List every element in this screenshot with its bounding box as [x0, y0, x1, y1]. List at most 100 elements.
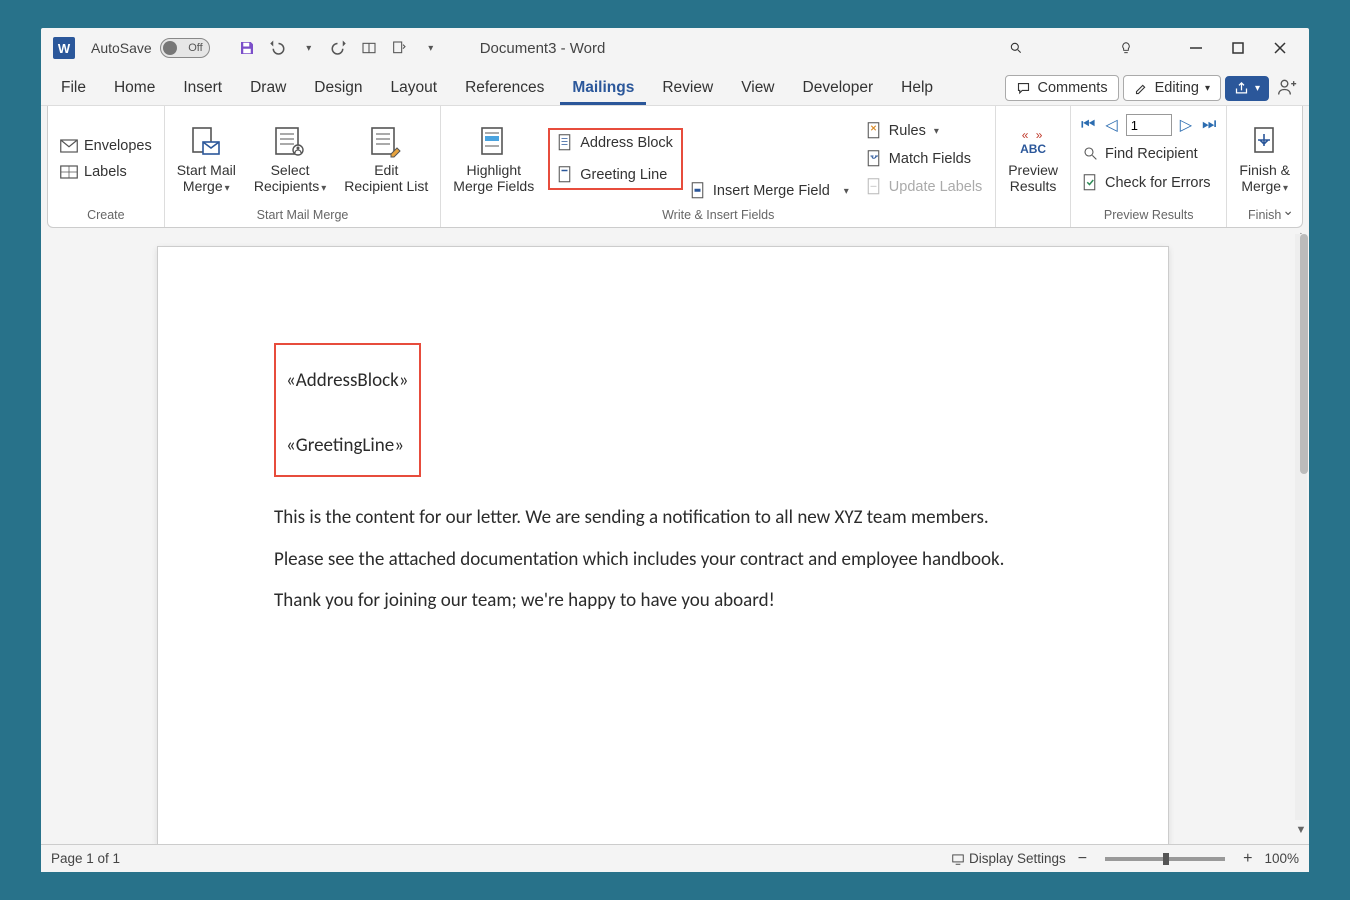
- group-write-insert: Highlight Merge Fields Address Block Gre…: [441, 106, 996, 227]
- last-record-button[interactable]: ⏭: [1200, 116, 1218, 134]
- next-record-button[interactable]: ▷: [1178, 115, 1194, 135]
- address-greeting-highlight: Address Block Greeting Line: [548, 128, 683, 190]
- finish-merge-button[interactable]: Finish & Merge▾: [1235, 122, 1294, 196]
- toggle-knob-icon: [163, 41, 177, 55]
- edit-recipient-list-button[interactable]: Edit Recipient List: [340, 122, 432, 196]
- autosave-toggle[interactable]: Off: [160, 38, 210, 58]
- merge-fields-highlight: «AddressBlock» «GreetingLine»: [274, 343, 421, 477]
- greeting-line-field[interactable]: «GreetingLine»: [286, 434, 409, 457]
- group-create-label: Create: [56, 208, 156, 225]
- chevron-down-icon: ▾: [1205, 83, 1210, 94]
- finish-icon: [1247, 124, 1283, 160]
- minimize-button[interactable]: [1179, 33, 1213, 63]
- record-number-input[interactable]: [1126, 114, 1172, 136]
- tab-home[interactable]: Home: [102, 73, 167, 105]
- scroll-down-icon[interactable]: ▼: [1295, 824, 1307, 838]
- close-button[interactable]: [1263, 33, 1297, 63]
- display-settings-button[interactable]: Display Settings: [951, 851, 1066, 866]
- greeting-line-label: Greeting Line: [580, 167, 667, 183]
- save-icon[interactable]: [236, 39, 258, 57]
- tab-view[interactable]: View: [729, 73, 786, 105]
- first-record-button[interactable]: ⏮: [1079, 116, 1097, 134]
- editing-button[interactable]: Editing ▾: [1123, 75, 1221, 101]
- find-label: Find Recipient: [1105, 146, 1198, 162]
- tab-file[interactable]: File: [49, 73, 98, 105]
- collapse-ribbon-icon[interactable]: ⌄: [1282, 202, 1294, 219]
- share-button[interactable]: ▾: [1225, 76, 1269, 101]
- qat-icon-1[interactable]: [358, 40, 380, 56]
- group-preview-label: Preview Results: [1079, 208, 1218, 225]
- address-block-field[interactable]: «AddressBlock»: [286, 369, 409, 392]
- document-page[interactable]: «AddressBlock» «GreetingLine» This is th…: [157, 246, 1169, 844]
- match-fields-button[interactable]: Match Fields: [863, 148, 987, 170]
- labels-button[interactable]: Labels: [56, 162, 156, 182]
- lightbulb-icon[interactable]: [1109, 33, 1143, 63]
- tab-help[interactable]: Help: [889, 73, 945, 105]
- highlight-merge-fields-button[interactable]: Highlight Merge Fields: [449, 122, 538, 196]
- tab-review[interactable]: Review: [650, 73, 725, 105]
- group-preview-nav: ⏮ ◁ ▷ ⏭ Find Recipient Check for Errors …: [1071, 106, 1227, 227]
- find-recipient-button[interactable]: Find Recipient: [1079, 144, 1202, 164]
- prev-record-button[interactable]: ◁: [1103, 115, 1119, 135]
- body-line-2[interactable]: Please see the attached documentation wh…: [274, 547, 1052, 573]
- document-title: Document3 - Word: [480, 40, 606, 57]
- start-mail-merge-button[interactable]: Start Mail Merge▾: [173, 122, 240, 196]
- ribbon: Envelopes Labels Create Start Mail Merge…: [47, 106, 1303, 228]
- redo-icon[interactable]: [328, 39, 350, 57]
- undo-icon[interactable]: [266, 39, 288, 57]
- preview-icon: « » ABC: [1015, 124, 1051, 160]
- rules-button[interactable]: Rules▾: [863, 120, 987, 142]
- select-recipients-button[interactable]: Select Recipients▾: [250, 122, 330, 196]
- edit-recipients-icon: [368, 124, 404, 160]
- preview-results-button[interactable]: « » ABC Preview Results: [1004, 122, 1062, 196]
- qat-icon-2[interactable]: [388, 40, 410, 56]
- envelopes-button[interactable]: Envelopes: [56, 136, 156, 156]
- undo-dropdown-icon[interactable]: ▾: [298, 43, 320, 54]
- tab-mailings[interactable]: Mailings: [560, 73, 646, 105]
- tab-developer[interactable]: Developer: [791, 73, 886, 105]
- highlight-icon: [476, 124, 512, 160]
- tab-draw[interactable]: Draw: [238, 73, 298, 105]
- zoom-slider[interactable]: [1105, 857, 1225, 861]
- user-presence-icon[interactable]: [1273, 73, 1301, 101]
- qat-customize-icon[interactable]: ▾: [420, 43, 442, 54]
- group-write-label: Write & Insert Fields: [449, 208, 987, 225]
- ribbon-tabs: File Home Insert Draw Design Layout Refe…: [41, 68, 1309, 106]
- address-block-button[interactable]: Address Block: [554, 132, 677, 154]
- search-icon[interactable]: [999, 33, 1033, 63]
- group-start-mail-merge: Start Mail Merge▾ Select Recipients▾ Edi…: [165, 106, 442, 227]
- tab-references[interactable]: References: [453, 73, 556, 105]
- greeting-line-button[interactable]: Greeting Line: [554, 164, 677, 186]
- select-recipients-icon: [272, 124, 308, 160]
- document-area: «AddressBlock» «GreetingLine» This is th…: [41, 228, 1309, 844]
- insert-merge-label: Insert Merge Field: [713, 183, 830, 199]
- group-preview: « » ABC Preview Results .: [996, 106, 1071, 227]
- body-line-3[interactable]: Thank you for joining our team; we're ha…: [274, 588, 1052, 614]
- check-errors-button[interactable]: Check for Errors: [1079, 172, 1215, 194]
- insert-merge-field-button[interactable]: Insert Merge Field ▾: [687, 180, 853, 202]
- body-line-1[interactable]: This is the content for our letter. We a…: [274, 505, 1052, 531]
- word-window: W AutoSave Off ▾ ▾ Document3 - Word: [41, 28, 1309, 872]
- rules-label: Rules: [889, 123, 926, 139]
- zoom-in-button[interactable]: +: [1243, 850, 1252, 868]
- zoom-level[interactable]: 100%: [1264, 851, 1299, 866]
- labels-label: Labels: [84, 164, 127, 180]
- tab-layout[interactable]: Layout: [379, 73, 450, 105]
- zoom-out-button[interactable]: −: [1078, 850, 1087, 868]
- status-bar: Page 1 of 1 Display Settings − + 100%: [41, 844, 1309, 872]
- tab-insert[interactable]: Insert: [171, 73, 234, 105]
- maximize-button[interactable]: [1221, 33, 1255, 63]
- tab-design[interactable]: Design: [302, 73, 374, 105]
- scroll-thumb[interactable]: [1300, 234, 1308, 474]
- autosave-state: Off: [188, 42, 202, 54]
- zoom-thumb[interactable]: [1163, 853, 1169, 865]
- group-start-label: Start Mail Merge: [173, 208, 433, 225]
- comments-label: Comments: [1037, 80, 1107, 96]
- comments-button[interactable]: Comments: [1005, 75, 1118, 101]
- autosave-label: AutoSave: [91, 40, 152, 56]
- envelopes-label: Envelopes: [84, 138, 152, 154]
- page-count[interactable]: Page 1 of 1: [51, 851, 120, 866]
- group-create: Envelopes Labels Create: [48, 106, 165, 227]
- word-logo-icon: W: [53, 37, 75, 59]
- match-label: Match Fields: [889, 151, 971, 167]
